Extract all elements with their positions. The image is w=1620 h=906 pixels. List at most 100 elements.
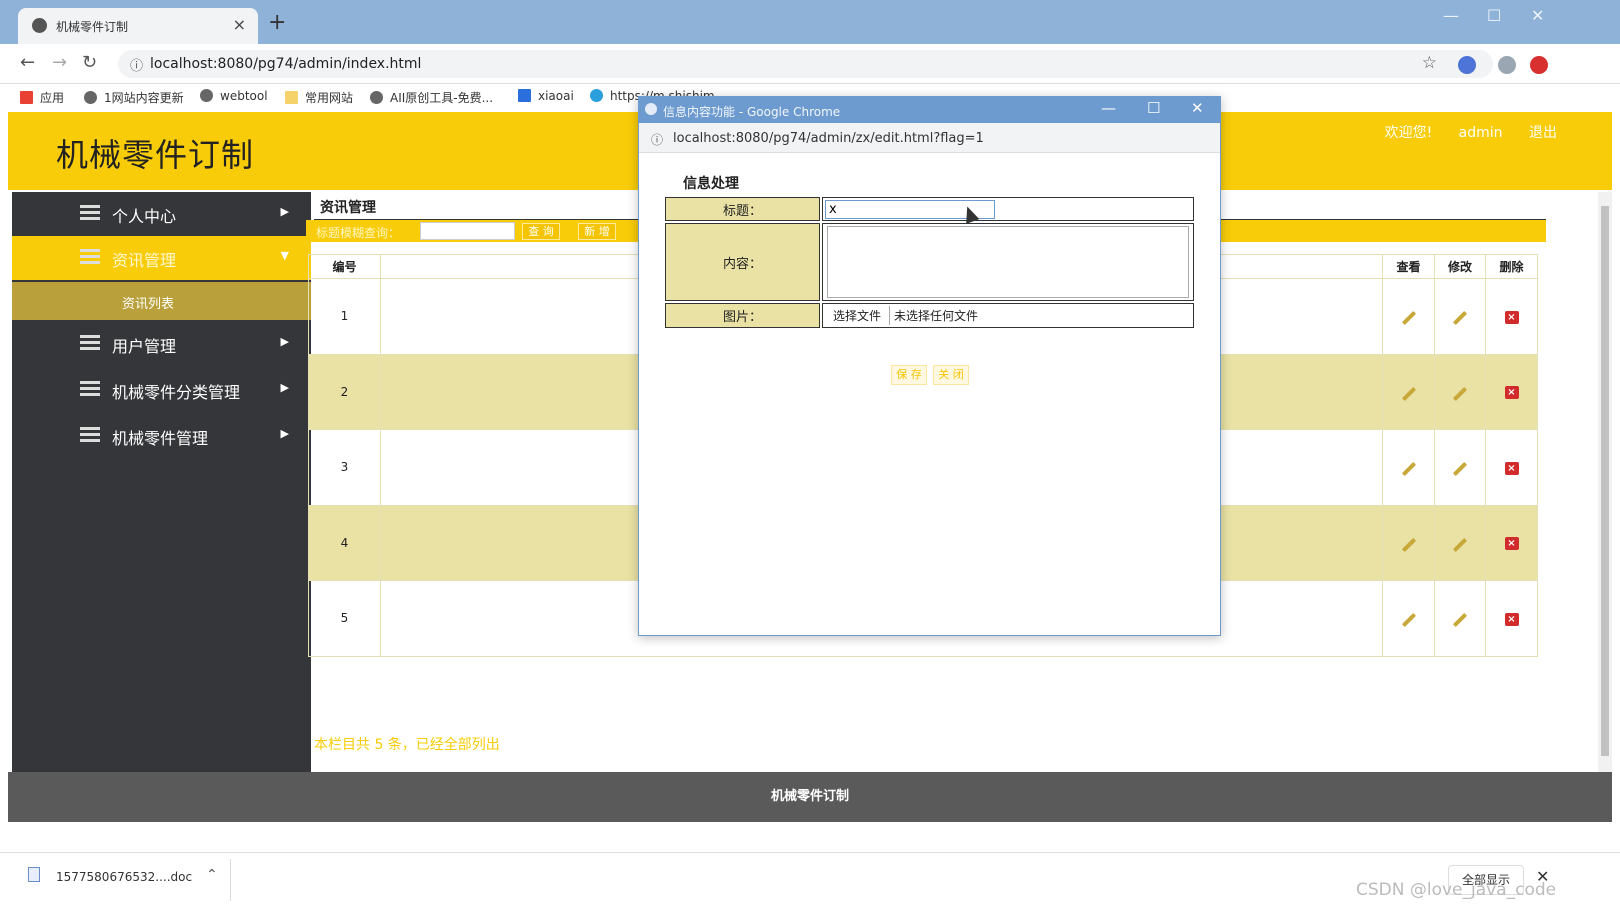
sidebar-item-label: 个人中心 (112, 207, 177, 226)
total-count: 本栏目共 5 条，已经全部列出 (314, 737, 500, 753)
caret-right-icon: ▶ (280, 381, 289, 394)
view-icon[interactable] (1382, 429, 1435, 506)
update-icon[interactable] (1530, 56, 1548, 74)
bookmark-item[interactable]: 1网站内容更新 (84, 89, 184, 106)
delete-icon[interactable]: × (1485, 580, 1538, 657)
subitem-label: 资讯列表 (122, 297, 175, 312)
title-label: 标题： (665, 197, 820, 221)
page-scrollbar[interactable] (1598, 192, 1612, 772)
content-textarea[interactable] (827, 226, 1189, 298)
bookmark-item[interactable]: webtool (200, 89, 268, 103)
search-input[interactable] (420, 222, 515, 240)
username-link[interactable]: admin (1459, 125, 1503, 141)
choose-file-button[interactable]: 选择文件 (825, 306, 891, 325)
edit-icon[interactable] (1434, 504, 1486, 581)
address-bar: ← → ↻ ⓘ localhost:8080/pg74/admin/index.… (0, 44, 1620, 84)
popup-url-bar: ⓘ localhost:8080/pg74/admin/zx/edit.html… (639, 123, 1220, 153)
info-icon[interactable]: ⓘ (651, 131, 663, 148)
minimize-icon[interactable]: — (1443, 6, 1459, 25)
list-icon (80, 205, 100, 220)
sidebar-item-label: 用户管理 (112, 337, 177, 356)
delete-icon[interactable]: × (1485, 504, 1538, 581)
close-window-icon[interactable]: ✕ (1191, 99, 1204, 117)
profile-avatar[interactable] (1498, 56, 1516, 74)
delete-icon[interactable]: × (1485, 353, 1538, 430)
list-icon (80, 249, 100, 264)
browser-tab[interactable]: 机械零件订制 × (18, 8, 258, 44)
add-button[interactable]: 新 增 (578, 223, 616, 240)
sidebar-subitem-news-list[interactable]: 资讯列表 (12, 282, 311, 320)
col-view: 查看 (1382, 254, 1435, 279)
save-button[interactable]: 保 存 (891, 365, 927, 385)
globe-icon (645, 103, 657, 115)
edit-icon[interactable] (1434, 580, 1486, 657)
tab-bar: 机械零件订制 × + — ☐ ✕ (0, 0, 1620, 44)
sidebar-item-label: 资讯管理 (112, 251, 177, 270)
globe-icon (200, 89, 213, 102)
sidebar-item-parts[interactable]: 机械零件管理 ▶ (12, 414, 311, 458)
sidebar-item-news[interactable]: 资讯管理 ▼ (12, 236, 311, 280)
c-icon (590, 89, 603, 102)
close-button[interactable]: 关 闭 (933, 365, 969, 385)
edit-icon[interactable] (1434, 353, 1486, 430)
forward-icon[interactable]: → (52, 52, 67, 73)
list-icon (80, 427, 100, 442)
bookmark-folder[interactable]: 常用网站 (285, 89, 353, 106)
view-icon[interactable] (1382, 504, 1435, 581)
sidebar-item-users[interactable]: 用户管理 ▶ (12, 322, 311, 366)
col-id: 编号 (308, 254, 381, 279)
tab-title: 机械零件订制 (56, 20, 129, 34)
browser-window: 机械零件订制 × + — ☐ ✕ ← → ↻ ⓘ localhost:8080/… (0, 0, 1620, 906)
view-icon[interactable] (1382, 353, 1435, 430)
globe-icon (32, 18, 47, 33)
url-field[interactable]: ⓘ localhost:8080/pg74/admin/index.html ☆ (118, 50, 1493, 78)
search-label: 标题模糊查询： (316, 226, 401, 240)
bookmark-item[interactable]: xiaoai (518, 89, 574, 103)
doc-file-icon (28, 867, 40, 882)
reload-icon[interactable]: ↻ (82, 52, 97, 73)
bookmark-star-icon[interactable]: ☆ (1422, 53, 1437, 73)
view-icon[interactable] (1382, 278, 1435, 355)
logout-link[interactable]: 退出 (1529, 125, 1557, 141)
sidebar-item-personal[interactable]: 个人中心 ▶ (12, 192, 311, 236)
bookmark-apps[interactable]: 应用 (20, 89, 64, 106)
watermark: CSDN @love_java_code (1356, 880, 1557, 900)
new-tab-icon[interactable]: + (268, 10, 286, 35)
page-footer: 机械零件订制 (8, 772, 1612, 822)
globe-icon (370, 91, 383, 104)
popup-titlebar: 信息内容功能 - Google Chrome — ☐ ✕ (639, 97, 1220, 123)
caret-down-icon: ▼ (280, 249, 289, 262)
col-delete: 删除 (1485, 254, 1538, 279)
close-tab-icon[interactable]: × (233, 15, 246, 34)
sidebar-item-label: 机械零件管理 (112, 429, 209, 448)
view-icon[interactable] (1382, 580, 1435, 657)
download-file[interactable]: 1577580676532....doc (56, 870, 192, 884)
search-button[interactable]: 查 询 (522, 223, 560, 240)
maximize-icon[interactable]: ☐ (1487, 6, 1501, 25)
site-title: 机械零件订制 (56, 136, 255, 174)
chevron-up-icon[interactable]: ⌃ (206, 867, 218, 883)
image-label: 图片： (665, 303, 820, 328)
list-icon (80, 335, 100, 350)
bookmark-item[interactable]: AII原创工具-免费... (370, 89, 493, 106)
back-icon[interactable]: ← (20, 52, 35, 73)
content-label: 内容： (665, 223, 820, 301)
minimize-icon[interactable]: — (1101, 99, 1116, 117)
close-window-icon[interactable]: ✕ (1531, 6, 1544, 25)
edit-icon[interactable] (1434, 278, 1486, 355)
edit-icon[interactable] (1434, 429, 1486, 506)
folder-icon (285, 91, 298, 104)
scrollbar-thumb[interactable] (1601, 206, 1609, 756)
delete-icon[interactable]: × (1485, 278, 1538, 355)
file-status: 未选择任何文件 (894, 309, 979, 323)
url-text: localhost:8080/pg74/admin/index.html (150, 56, 422, 72)
delete-icon[interactable]: × (1485, 429, 1538, 506)
sidebar-item-part-categories[interactable]: 机械零件分类管理 ▶ (12, 368, 311, 412)
col-edit: 修改 (1434, 254, 1486, 279)
cell-id: 5 (308, 580, 381, 657)
extension-icon[interactable] (1458, 56, 1476, 74)
cell-id: 4 (308, 504, 381, 581)
info-icon[interactable]: ⓘ (130, 55, 143, 74)
maximize-icon[interactable]: ☐ (1147, 99, 1160, 117)
popup-url-text: localhost:8080/pg74/admin/zx/edit.html?f… (673, 131, 984, 146)
